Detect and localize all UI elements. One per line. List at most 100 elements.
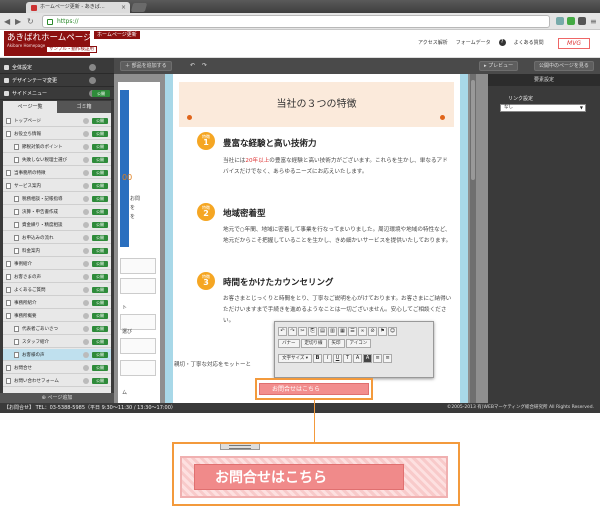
align-left-icon[interactable]: ≡ xyxy=(373,353,383,363)
extension-icon[interactable] xyxy=(556,17,564,25)
publish-badge[interactable]: 公開 xyxy=(92,183,108,189)
banner-button[interactable]: バナー xyxy=(278,338,300,348)
page-list-item[interactable]: 事務所紹介 公開 xyxy=(3,297,111,309)
settings-icon[interactable] xyxy=(83,157,89,163)
extension-icon[interactable] xyxy=(567,17,575,25)
publish-badge[interactable]: 公開 xyxy=(92,248,108,254)
undo-icon[interactable]: ↶ xyxy=(278,326,287,336)
back-icon[interactable]: ◀ xyxy=(4,17,10,26)
address-bar[interactable]: https:// xyxy=(42,15,550,28)
tab-trash[interactable]: ゴミ箱 xyxy=(57,101,111,113)
page-list-item[interactable]: お役立ち情報 公開 xyxy=(3,128,111,140)
publish-badge[interactable]: 公開 xyxy=(92,235,108,241)
settings-icon[interactable] xyxy=(83,378,89,384)
page-list-item[interactable]: 事例紹介 公開 xyxy=(3,258,111,270)
publish-badge[interactable]: 公開 xyxy=(92,170,108,176)
zoomed-contact-button[interactable]: お問合せはこちら xyxy=(180,456,448,498)
page-list-item[interactable]: 決算・申告書作成 公開 xyxy=(3,206,111,218)
feature-heading[interactable]: 時間をかけたカウンセリング xyxy=(223,276,334,288)
page-list-item[interactable]: 節税対策のポイント 公開 xyxy=(3,141,111,153)
bold-icon[interactable]: B xyxy=(313,353,323,363)
publish-badge[interactable]: 公開 xyxy=(92,209,108,215)
add-part-button[interactable]: ＋ 部品を追加する xyxy=(120,61,172,71)
settings-icon[interactable] xyxy=(83,170,89,176)
page-list-item[interactable]: よくあるご質問 公開 xyxy=(3,284,111,296)
page-list-item[interactable]: トップページ 公開 xyxy=(3,115,111,127)
text-color-icon[interactable]: A xyxy=(353,353,363,363)
redo-icon[interactable]: ↷ xyxy=(288,326,297,336)
format-icon[interactable]: ☰ xyxy=(348,326,357,336)
publish-badge[interactable]: 公開 xyxy=(92,313,108,319)
page-list-item[interactable]: お問合せ 公開 xyxy=(3,362,111,374)
feature-body[interactable]: 当社には20年以上の豊富な経験と高い技術力がございます。これらを生かし、単なるア… xyxy=(223,156,453,178)
page-list-item[interactable]: スタッフ紹介 公開 xyxy=(3,336,111,348)
menu-icon[interactable]: ≡ xyxy=(590,17,597,26)
publish-badge[interactable]: 公開 xyxy=(92,261,108,267)
help-icon[interactable]: ? xyxy=(498,39,506,46)
contact-button[interactable]: お問合せはこちら xyxy=(259,383,369,395)
clear-format-icon[interactable]: T xyxy=(343,353,353,363)
settings-icon[interactable] xyxy=(83,313,89,319)
form-data-link[interactable]: フォームデータ xyxy=(456,39,491,46)
publish-badge[interactable]: 公開 xyxy=(92,352,108,358)
redo-icon[interactable]: ↷ xyxy=(202,63,207,69)
page-list-item[interactable]: サービス案内 公開 xyxy=(3,180,111,192)
publish-badge[interactable]: 公開 xyxy=(92,274,108,280)
undo-icon[interactable]: ↶ xyxy=(190,63,195,69)
arrow-button[interactable]: 矢印 xyxy=(327,338,345,348)
flag-icon[interactable]: ⚑ xyxy=(378,326,387,336)
publish-badge[interactable]: 公開 xyxy=(92,300,108,306)
settings-icon[interactable] xyxy=(83,131,89,137)
feature-heading[interactable]: 豊富な経験と高い技術力 xyxy=(223,137,317,149)
copy-icon[interactable]: ⎘ xyxy=(308,326,317,336)
settings-icon[interactable] xyxy=(83,261,89,267)
brand-logo[interactable]: MVG xyxy=(558,38,590,49)
publish-badge[interactable]: 公開 xyxy=(92,157,108,163)
paste-icon[interactable]: ▤ xyxy=(318,326,327,336)
unlink-icon[interactable]: ⊘ xyxy=(368,326,377,336)
paste-word-icon[interactable]: ▦ xyxy=(338,326,347,336)
bg-color-icon[interactable]: A xyxy=(363,353,373,363)
cut-icon[interactable]: ✂ xyxy=(298,326,307,336)
feature-heading[interactable]: 地域密着型 xyxy=(223,207,266,219)
settings-icon[interactable] xyxy=(83,326,89,332)
link-icon[interactable]: ∞ xyxy=(358,326,367,336)
page-list-item[interactable]: お申込みの流れ 公開 xyxy=(3,232,111,244)
feature-body[interactable]: 地元で○年間、地域に密着して事業を行なってまいりました。周辺環境や地域の特性など… xyxy=(223,225,453,247)
view-published-button[interactable]: 公開中のページを見る xyxy=(534,61,594,71)
publish-badge[interactable]: 公開 xyxy=(92,196,108,202)
paste-text-icon[interactable]: ▥ xyxy=(328,326,337,336)
divider-button[interactable]: 定切り線 xyxy=(300,338,327,348)
publish-badge[interactable]: 公開 xyxy=(92,118,108,124)
italic-icon[interactable]: I xyxy=(323,353,333,363)
publish-badge[interactable]: 公開 xyxy=(92,131,108,137)
settings-icon[interactable] xyxy=(83,352,89,358)
page-list-item[interactable]: 料金案内 公開 xyxy=(3,245,111,257)
settings-icon[interactable] xyxy=(83,183,89,189)
forward-icon[interactable]: ▶ xyxy=(15,17,21,26)
publish-badge[interactable]: 公開 xyxy=(92,326,108,332)
publish-badge[interactable]: 公開 xyxy=(92,378,108,384)
sidebar-global-settings[interactable]: 全体設定 xyxy=(0,61,114,74)
publish-badge[interactable]: 公開 xyxy=(92,365,108,371)
sidebar-side-menu[interactable]: サイドメニュー 公開 xyxy=(0,87,114,100)
settings-icon[interactable] xyxy=(83,235,89,241)
settings-icon[interactable] xyxy=(83,365,89,371)
page-list-item[interactable]: お客様の声 公開 xyxy=(3,349,111,361)
underline-icon[interactable]: U xyxy=(333,353,343,363)
tab-page-list[interactable]: ページ一覧 xyxy=(3,101,57,113)
publish-badge[interactable]: 公開 xyxy=(92,339,108,345)
browser-tab[interactable]: ホームページ更新 - あきば… × xyxy=(26,2,130,13)
settings-icon[interactable] xyxy=(83,339,89,345)
page-list-item[interactable]: 当事務所の特徴 公開 xyxy=(3,167,111,179)
settings-icon[interactable] xyxy=(83,209,89,215)
section-title[interactable]: 当社の３つの特徴 xyxy=(179,82,454,127)
page-list-item[interactable]: 失敗しない税理士選び 公開 xyxy=(3,154,111,166)
new-tab-button[interactable] xyxy=(130,3,148,12)
font-size-select[interactable]: 文字サイズ ▾ xyxy=(278,353,313,363)
close-tab-icon[interactable]: × xyxy=(121,2,126,13)
settings-icon[interactable] xyxy=(83,287,89,293)
settings-icon[interactable] xyxy=(83,222,89,228)
faq-link[interactable]: よくある質問 xyxy=(514,39,544,46)
publish-badge[interactable]: 公開 xyxy=(92,144,108,150)
